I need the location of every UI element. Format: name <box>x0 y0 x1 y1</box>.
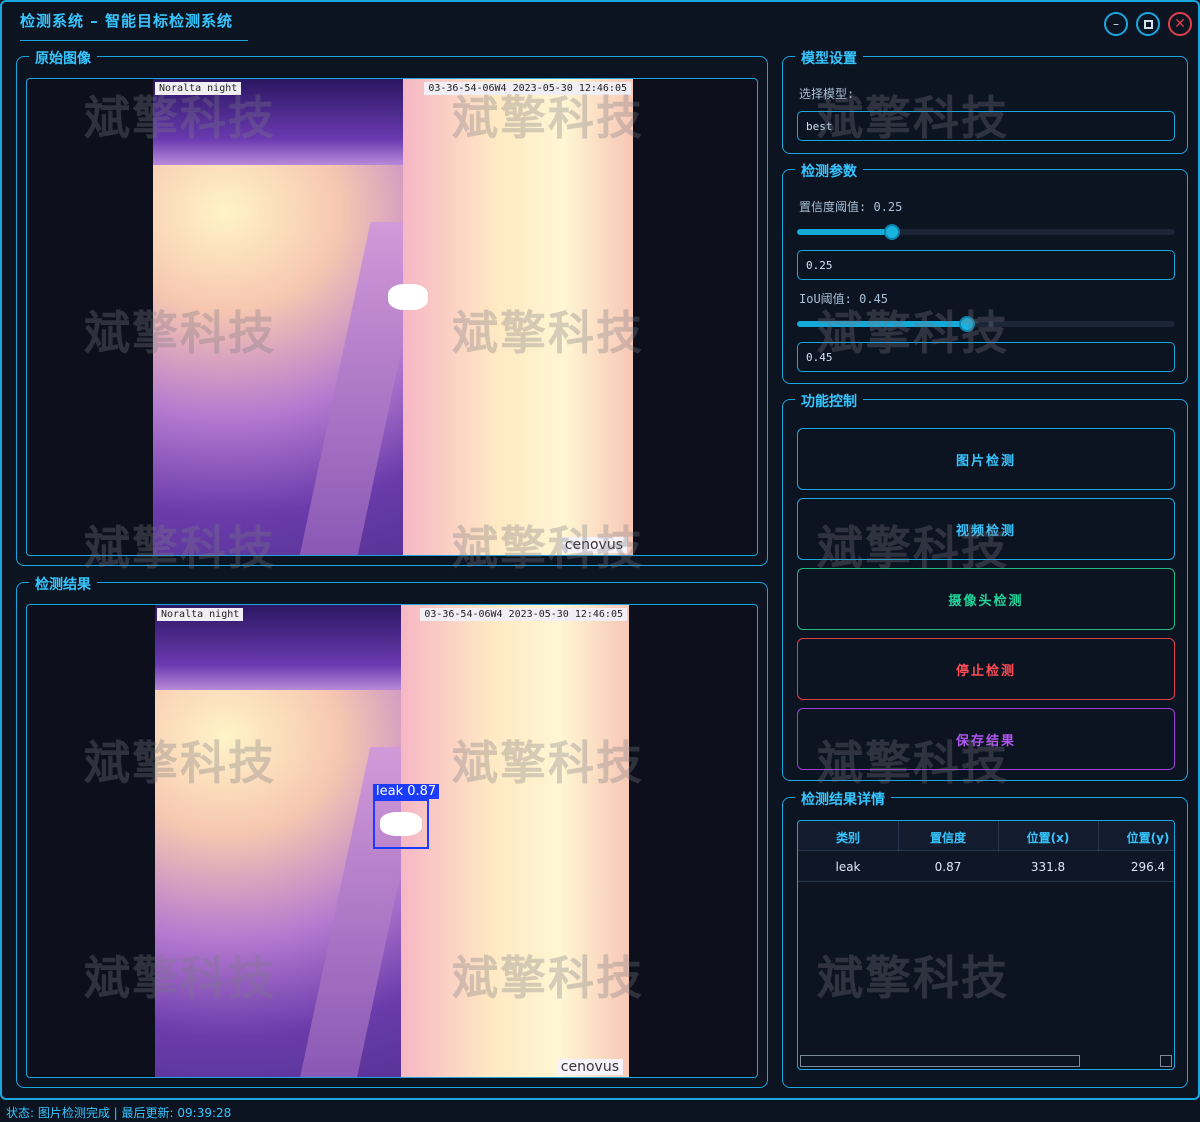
model-settings-panel: 模型设置 选择模型: best <box>782 48 1188 154</box>
stop-detect-button[interactable]: 停止检测 <box>797 638 1175 700</box>
detection-params-title: 检测参数 <box>795 161 863 181</box>
column-header[interactable]: 置信度 <box>903 829 993 846</box>
image-logo: cenovus <box>560 537 627 553</box>
iou-slider-fill <box>797 321 967 327</box>
result-image-panel: 检测结果 leak 0.87 Noralta night 03-36-54-06… <box>16 574 768 1088</box>
minimize-button[interactable]: – <box>1104 12 1128 36</box>
iou-input[interactable]: 0.45 <box>797 342 1175 372</box>
result-details-title: 检测结果详情 <box>795 789 891 809</box>
confidence-slider-fill <box>797 229 892 235</box>
title-bar[interactable]: 检测系统 – 智能目标检测系统 – ✕ <box>2 2 1198 42</box>
image-stamp-left: Noralta night <box>155 82 242 95</box>
original-image-panel: 原始图像 Noralta night 03-36-54-06W4 2023-05… <box>16 48 768 566</box>
original-image: Noralta night 03-36-54-06W4 2023-05-30 1… <box>153 79 633 555</box>
model-select[interactable]: best <box>797 111 1175 141</box>
confidence-input[interactable]: 0.25 <box>797 250 1175 280</box>
save-result-button[interactable]: 保存结果 <box>797 708 1175 770</box>
app-window: 检测系统 – 智能目标检测系统 – ✕ 原始图像 Noralta night 0… <box>0 0 1200 1100</box>
leak-region <box>388 284 428 310</box>
image-stamp-left: Noralta night <box>157 608 244 621</box>
column-header[interactable]: 类别 <box>803 829 893 846</box>
status-bar: 状态: 图片检测完成 | 最后更新: 09:39:28 <box>0 1100 1200 1122</box>
iou-slider-handle[interactable] <box>959 316 975 332</box>
cell-position-x: 331.8 <box>1030 860 1066 874</box>
image-detect-button[interactable]: 图片检测 <box>797 428 1175 490</box>
camera-detect-button[interactable]: 摄像头检测 <box>797 568 1175 630</box>
original-image-title: 原始图像 <box>29 48 97 68</box>
image-stamp-right: 03-36-54-06W4 2023-05-30 12:46:05 <box>420 608 627 621</box>
close-icon: ✕ <box>1174 16 1186 32</box>
table-row[interactable]: leak 0.87 331.8 296.4 <box>798 852 1174 882</box>
maximize-button[interactable] <box>1136 12 1160 36</box>
iou-label: IoU阈值: 0.45 <box>799 292 889 306</box>
column-header[interactable]: 位置(y) <box>1103 829 1174 846</box>
iou-slider[interactable] <box>797 316 1175 332</box>
detection-label: leak 0.87 <box>373 784 440 799</box>
result-image-title: 检测结果 <box>29 574 97 594</box>
close-button[interactable]: ✕ <box>1168 12 1192 36</box>
result-table: 类别 置信度 位置(x) 位置(y) leak 0.87 331.8 296.4 <box>797 820 1175 1070</box>
detection-params-panel: 检测参数 置信度阈值: 0.25 0.25 IoU阈值: 0.45 0.45 <box>782 161 1188 384</box>
original-image-frame: Noralta night 03-36-54-06W4 2023-05-30 1… <box>26 78 758 556</box>
cell-class: leak <box>835 860 861 874</box>
cell-confidence: 0.87 <box>934 860 962 874</box>
result-details-panel: 检测结果详情 类别 置信度 位置(x) 位置(y) leak 0.87 331.… <box>782 789 1188 1088</box>
image-stamp-right: 03-36-54-06W4 2023-05-30 12:46:05 <box>424 82 631 95</box>
cell-position-y: 296.4 <box>1130 860 1166 874</box>
detection-box: leak 0.87 <box>373 784 440 849</box>
confidence-slider[interactable] <box>797 224 1175 240</box>
function-controls-title: 功能控制 <box>795 391 863 411</box>
model-settings-title: 模型设置 <box>795 48 863 68</box>
function-controls-panel: 功能控制 图片检测 视频检测 摄像头检测 停止检测 保存结果 <box>782 391 1188 781</box>
horizontal-scrollbar[interactable] <box>800 1055 1080 1067</box>
confidence-slider-handle[interactable] <box>884 224 900 240</box>
video-detect-button[interactable]: 视频检测 <box>797 498 1175 560</box>
result-image-frame: leak 0.87 Noralta night 03-36-54-06W4 20… <box>26 604 758 1078</box>
model-select-label: 选择模型: <box>799 87 855 101</box>
title-underline <box>20 40 248 41</box>
table-header: 类别 置信度 位置(x) 位置(y) <box>798 821 1174 851</box>
window-title: 检测系统 – 智能目标检测系统 <box>20 12 233 30</box>
scrollbar-corner <box>1160 1055 1172 1067</box>
minimize-icon: – <box>1113 17 1119 31</box>
result-image: leak 0.87 Noralta night 03-36-54-06W4 20… <box>155 605 629 1077</box>
image-logo: cenovus <box>556 1059 623 1075</box>
maximize-icon <box>1143 19 1153 29</box>
column-header[interactable]: 位置(x) <box>1003 829 1093 846</box>
confidence-label: 置信度阈值: 0.25 <box>799 200 903 214</box>
